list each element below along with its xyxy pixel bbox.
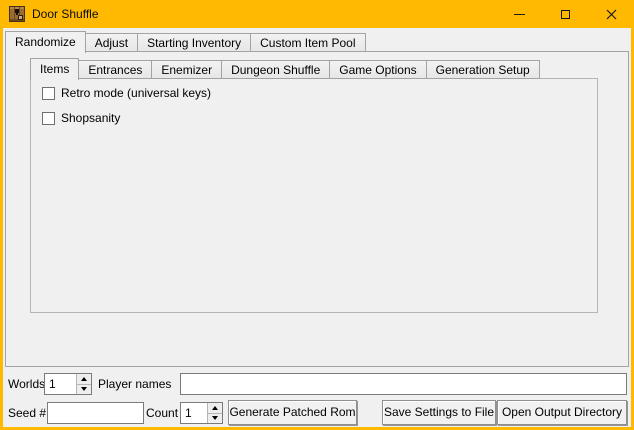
titlebar[interactable]: Door Shuffle — [0, 0, 634, 28]
seed-input[interactable] — [47, 402, 144, 424]
tab-randomize[interactable]: Randomize — [5, 31, 86, 53]
worlds-label: Worlds — [8, 373, 45, 395]
tab-generation-setup[interactable]: Generation Setup — [426, 60, 540, 79]
minimize-button[interactable] — [496, 0, 542, 28]
player-names-label: Player names — [98, 373, 171, 395]
arrow-up-icon — [212, 406, 218, 410]
generate-patched-rom-button[interactable]: Generate Patched Rom — [228, 400, 357, 425]
arrow-down-icon — [212, 416, 218, 420]
count-label: Count — [146, 402, 178, 424]
tab-custom-item-pool[interactable]: Custom Item Pool — [250, 33, 365, 52]
tab-items[interactable]: Items — [30, 58, 79, 80]
worlds-value: 1 — [45, 374, 76, 394]
checkbox-label: Retro mode (universal keys) — [61, 86, 211, 100]
tab-enemizer[interactable]: Enemizer — [151, 60, 222, 79]
window-controls — [496, 0, 634, 28]
tab-dungeon-shuffle[interactable]: Dungeon Shuffle — [221, 60, 330, 79]
spin-up-button[interactable] — [77, 374, 91, 385]
count-spinbox[interactable]: 1 — [180, 402, 223, 424]
checkbox-label: Shopsanity — [61, 111, 120, 125]
seed-label: Seed # — [8, 402, 46, 424]
spin-up-button[interactable] — [208, 403, 222, 414]
arrow-down-icon — [81, 387, 87, 391]
maximize-icon — [561, 10, 570, 19]
maximize-button[interactable] — [542, 0, 588, 28]
arrow-up-icon — [81, 377, 87, 381]
dialog-body: Randomize Adjust Starting Inventory Cust… — [3, 28, 631, 427]
checkbox-shopsanity[interactable]: Shopsanity — [42, 109, 120, 127]
tab-entrances[interactable]: Entrances — [78, 60, 152, 79]
door-icon — [9, 6, 25, 22]
minimize-icon — [514, 14, 525, 15]
count-value: 1 — [181, 403, 207, 423]
checkbox-box-icon — [42, 112, 55, 125]
checkbox-box-icon — [42, 87, 55, 100]
player-names-input[interactable] — [180, 373, 627, 395]
spinner-buttons — [76, 374, 91, 394]
close-button[interactable] — [588, 0, 634, 28]
sub-tab-bar: Items Entrances Enemizer Dungeon Shuffle… — [30, 57, 540, 79]
window-title: Door Shuffle — [32, 0, 99, 28]
tab-starting-inventory[interactable]: Starting Inventory — [137, 33, 251, 52]
save-settings-button[interactable]: Save Settings to File — [382, 400, 496, 425]
open-output-directory-button[interactable]: Open Output Directory — [497, 400, 627, 425]
checkbox-retro-mode[interactable]: Retro mode (universal keys) — [42, 84, 211, 102]
door-shuffle-window: Door Shuffle Randomize Adjust Starting I… — [0, 0, 634, 430]
spin-down-button[interactable] — [208, 414, 222, 424]
spinner-buttons — [207, 403, 222, 423]
close-icon — [606, 9, 617, 20]
spin-down-button[interactable] — [77, 385, 91, 395]
tab-game-options[interactable]: Game Options — [329, 60, 426, 79]
worlds-spinbox[interactable]: 1 — [44, 373, 92, 395]
tab-adjust[interactable]: Adjust — [85, 33, 138, 52]
main-tab-bar: Randomize Adjust Starting Inventory Cust… — [5, 30, 366, 52]
